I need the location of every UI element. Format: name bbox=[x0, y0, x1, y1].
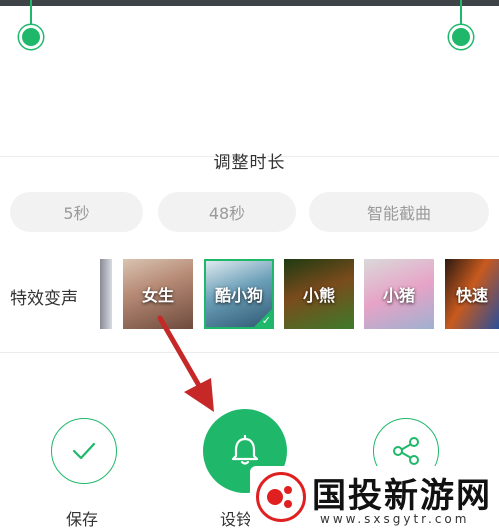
duration-48s-button[interactable]: 48秒 bbox=[158, 192, 296, 232]
share-icon bbox=[393, 437, 419, 465]
save-label: 保存 bbox=[66, 510, 99, 529]
end-handle-line bbox=[460, 0, 462, 26]
effects-label: 特效变声 bbox=[10, 289, 78, 309]
effect-label-cool-dog: 酷小狗 bbox=[214, 286, 263, 305]
trim-section-title: 调整时长 bbox=[213, 153, 286, 173]
effect-label-pig: 小猪 bbox=[382, 286, 415, 305]
waveform-bar bbox=[0, 0, 499, 6]
watermark: 国投新游网 www.sxsgytr.com bbox=[250, 466, 499, 532]
effect-label-female: 女生 bbox=[141, 286, 174, 305]
effect-label-fast: 快速 bbox=[455, 286, 488, 305]
effect-label-bear: 小熊 bbox=[302, 286, 335, 305]
check-icon bbox=[72, 442, 96, 460]
selected-check-icon: ✓ bbox=[261, 314, 271, 327]
smart-trim-button[interactable]: 智能截曲 bbox=[309, 192, 489, 232]
set-ringtone-label: 设铃 bbox=[220, 510, 253, 529]
effect-tile-partial[interactable] bbox=[100, 259, 112, 329]
annotation-arrow bbox=[157, 315, 214, 412]
start-handle[interactable] bbox=[19, 25, 43, 49]
bell-icon bbox=[231, 434, 259, 465]
duration-5s-button[interactable]: 5秒 bbox=[10, 192, 143, 232]
effect-tile-bear[interactable]: 小熊 bbox=[284, 259, 354, 329]
start-handle-line bbox=[30, 0, 32, 26]
divider-bottom bbox=[0, 352, 499, 353]
effect-tile-pig[interactable]: 小猪 bbox=[364, 259, 434, 329]
watermark-url: www.sxsgytr.com bbox=[320, 512, 470, 526]
effect-tile-fast[interactable]: 快速 bbox=[445, 259, 499, 329]
end-handle[interactable] bbox=[449, 25, 473, 49]
watermark-title: 国投新游网 bbox=[312, 476, 492, 516]
save-button[interactable] bbox=[51, 418, 117, 484]
watermark-logo bbox=[256, 472, 306, 522]
